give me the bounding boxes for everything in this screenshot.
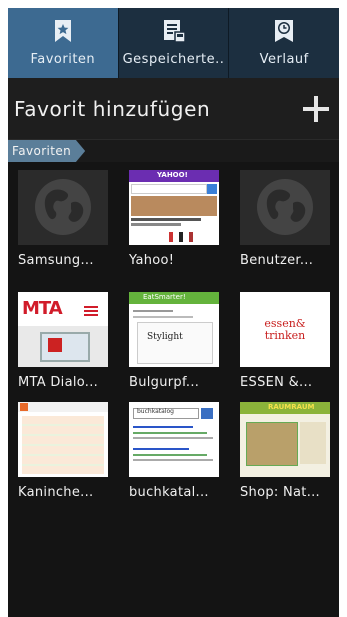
buch-result-link — [133, 426, 193, 428]
buch-search-text: buchkatalog — [137, 408, 174, 415]
yahoo-news-line — [131, 223, 181, 226]
yahoo-product — [169, 232, 173, 242]
bookmark-thumbnail: buchkatalog — [129, 402, 219, 477]
yahoo-product — [179, 232, 183, 242]
bookmark-tile[interactable]: Kaninche... — [18, 402, 108, 500]
bookmark-tile[interactable]: MTA MTA Dialo... — [18, 292, 108, 390]
breadcrumb-favoriten[interactable]: Favoriten — [8, 140, 86, 162]
saved-pages-icon — [163, 20, 186, 43]
bookmark-thumbnail — [18, 402, 108, 477]
kaninchen-menu-list — [22, 416, 104, 474]
eatsmarter-text-line — [133, 310, 173, 312]
buch-result-text — [133, 459, 213, 461]
shop-product-image — [246, 422, 298, 466]
buch-result-text — [133, 437, 213, 439]
bookmark-thumbnail: RAUMRAUM — [240, 402, 330, 477]
add-bookmark-row[interactable]: Favorit hinzufügen — [8, 78, 339, 140]
essen-logo-line: trinken — [264, 329, 306, 342]
eatsmarter-logo: EatSmarter! — [143, 293, 186, 301]
buch-result-link — [133, 448, 189, 450]
bookmark-title: Yahoo! — [129, 253, 175, 268]
bookmark-title: buchkatal... — [129, 485, 209, 500]
mta-monitor-graphic — [48, 338, 62, 352]
kaninchen-header — [18, 402, 108, 412]
tab-gespeicherte[interactable]: Gespeicherte.. — [119, 8, 230, 78]
yahoo-news-line — [131, 218, 201, 221]
bookmark-tile[interactable]: buchkatalog buchkatal... — [129, 402, 219, 500]
breadcrumb: Favoriten — [8, 140, 339, 162]
bookmark-tile[interactable]: essen& trinken ESSEN &... — [240, 292, 330, 390]
bookmark-thumbnail — [18, 170, 108, 245]
yahoo-logo: YAHOO! — [157, 171, 188, 179]
plus-icon[interactable] — [303, 95, 329, 122]
bookmark-star-icon — [54, 20, 71, 42]
bookmark-title: Benutzer... — [240, 253, 314, 268]
bookmark-tile[interactable]: EatSmarter! Stylight Bulgurpf... — [129, 292, 219, 390]
globe-icon — [35, 179, 91, 235]
search-icon — [201, 408, 213, 419]
tab-verlauf[interactable]: Verlauf — [229, 8, 339, 78]
eatsmarter-ad — [137, 322, 213, 364]
menu-icon — [20, 403, 28, 411]
yahoo-product — [189, 232, 193, 242]
browser-bookmarks-screen: Favoriten Gespeicherte.. Verlauf Favorit… — [8, 8, 339, 617]
bookmark-tile[interactable]: YAHOO! Yahoo! — [129, 170, 219, 268]
tab-label: Favoriten — [30, 52, 96, 67]
menu-icon — [84, 306, 98, 308]
bookmark-tile[interactable]: Benutzer... — [240, 170, 330, 268]
history-clock-icon — [275, 20, 294, 42]
bookmark-thumbnail: YAHOO! — [129, 170, 219, 245]
search-icon — [207, 184, 217, 194]
bookmark-title: ESSEN &... — [240, 375, 313, 390]
bookmark-title: MTA Dialo... — [18, 375, 99, 390]
tab-label: Gespeicherte.. — [122, 52, 225, 67]
mta-logo: MTA — [22, 298, 63, 319]
bookmark-tile[interactable]: RAUMRAUM Shop: Nat... — [240, 402, 330, 500]
bookmark-title: Bulgurpf... — [129, 375, 200, 390]
globe-icon — [257, 179, 313, 235]
tab-label: Verlauf — [259, 52, 309, 67]
bookmark-thumbnail: EatSmarter! Stylight — [129, 292, 219, 367]
eatsmarter-text-line — [133, 316, 193, 318]
stylight-text: Stylight — [147, 332, 183, 342]
bookmark-title: Samsung... — [18, 253, 94, 268]
buch-result-url — [133, 454, 207, 456]
yahoo-news-image — [131, 196, 217, 216]
bookmark-thumbnail: MTA — [18, 292, 108, 367]
essen-trinken-logo: essen& trinken — [240, 318, 330, 342]
bookmark-thumbnail — [240, 170, 330, 245]
yahoo-search-box — [131, 184, 207, 194]
bookmark-tab-bar: Favoriten Gespeicherte.. Verlauf — [8, 8, 339, 78]
tab-favoriten[interactable]: Favoriten — [8, 8, 119, 78]
shop-logo: RAUMRAUM — [268, 403, 315, 411]
buch-result-url — [133, 432, 207, 434]
shop-sidebar — [300, 422, 326, 464]
bookmark-thumbnail: essen& trinken — [240, 292, 330, 367]
bookmark-title: Shop: Nat... — [240, 485, 320, 500]
add-bookmark-label: Favorit hinzufügen — [14, 96, 211, 121]
bookmark-title: Kaninche... — [18, 485, 94, 500]
bookmark-tile[interactable]: Samsung... — [18, 170, 108, 268]
